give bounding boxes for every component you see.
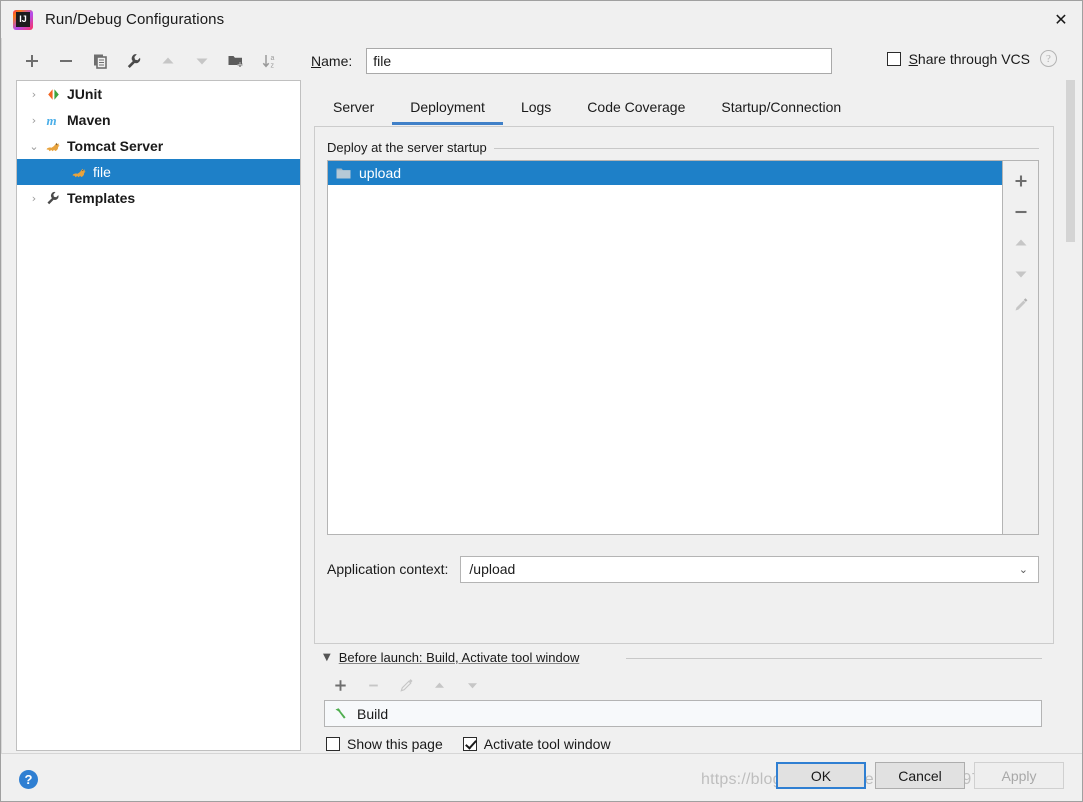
- share-through-vcs-label: Share through VCS: [909, 51, 1030, 67]
- name-label: Name:: [311, 53, 352, 69]
- application-context-label: Application context:: [327, 561, 449, 577]
- maven-icon: m: [43, 113, 63, 128]
- tree-item-label: Maven: [67, 112, 111, 128]
- chevron-down-icon[interactable]: ⌄: [1019, 557, 1028, 582]
- share-through-vcs-checkbox[interactable]: [886, 51, 901, 66]
- close-icon[interactable]: ✕: [1038, 1, 1082, 38]
- task-move-down-button[interactable]: [456, 672, 489, 698]
- task-label: Build: [357, 705, 389, 722]
- triangle-down-icon[interactable]: ▼: [323, 652, 331, 663]
- run-debug-configurations-dialog: Run/Debug Configurations ✕: [0, 0, 1083, 802]
- intellij-idea-icon: [13, 9, 33, 30]
- svg-text:z: z: [271, 63, 275, 70]
- editor-scrollbar[interactable]: [1063, 79, 1077, 751]
- task-move-up-button[interactable]: [423, 672, 456, 698]
- add-task-button[interactable]: [324, 672, 357, 698]
- configuration-tabs: Server Deployment Logs Code Coverage Sta…: [315, 89, 1059, 125]
- add-artifact-button[interactable]: [1006, 165, 1036, 196]
- application-context-combobox[interactable]: /upload ⌄: [460, 555, 1039, 583]
- tomcat-icon: [69, 165, 89, 180]
- artifact-label: upload: [359, 165, 402, 181]
- copy-configuration-button[interactable]: [83, 46, 117, 76]
- title-bar: Run/Debug Configurations ✕: [1, 1, 1082, 38]
- activate-tool-window-checkbox[interactable]: [462, 737, 477, 751]
- tab-startup-connection[interactable]: Startup/Connection: [703, 92, 859, 125]
- tab-server[interactable]: Server: [315, 92, 392, 125]
- tomcat-icon: [43, 139, 63, 154]
- before-launch-checkboxes: Show this page Activate tool window: [326, 735, 631, 753]
- move-artifact-up-button[interactable]: [1006, 227, 1036, 258]
- add-configuration-button[interactable]: [15, 46, 49, 76]
- tab-deployment[interactable]: Deployment: [392, 92, 503, 125]
- tab-logs[interactable]: Logs: [503, 92, 569, 125]
- show-this-page-label: Show this page: [347, 736, 443, 752]
- before-launch-task-row[interactable]: Build: [324, 700, 1042, 727]
- deployment-panel: Deploy at the server startup upload Appl…: [314, 126, 1054, 644]
- remove-task-button[interactable]: [357, 672, 390, 698]
- svg-text:a: a: [271, 55, 275, 62]
- tree-item-label: Templates: [67, 190, 136, 206]
- tree-item-templates[interactable]: › Templates: [17, 185, 300, 211]
- vcs-label-rest: hare through VCS: [917, 50, 1030, 67]
- junit-icon: [43, 87, 63, 102]
- tree-item-maven[interactable]: › m Maven: [17, 107, 300, 133]
- page-title: Run/Debug Configurations: [45, 11, 225, 28]
- wrench-icon: [43, 190, 63, 206]
- name-label-rest: ame:: [321, 53, 353, 69]
- edit-artifact-button[interactable]: [1006, 289, 1036, 320]
- configuration-editor-pane: Name: Share through VCS ? Server Deploym…: [311, 41, 1059, 753]
- new-folder-icon[interactable]: [219, 46, 253, 76]
- activate-tool-window-label: Activate tool window: [483, 736, 611, 752]
- tree-item-tomcat-server[interactable]: ⌄ Tomcat Server: [17, 133, 300, 159]
- chevron-down-icon[interactable]: ⌄: [25, 140, 43, 153]
- question-mark-icon[interactable]: ?: [1040, 50, 1057, 67]
- cancel-button[interactable]: Cancel: [875, 762, 965, 789]
- artifacts-list-wrap: upload: [327, 160, 1039, 535]
- wrench-icon[interactable]: [117, 46, 151, 76]
- application-context-value: /upload: [469, 561, 516, 577]
- apply-button[interactable]: Apply: [974, 762, 1064, 789]
- help-button[interactable]: ?: [19, 770, 38, 789]
- tree-item-label: file: [93, 164, 111, 180]
- sort-az-icon[interactable]: a z: [253, 46, 287, 76]
- tree-item-label: Tomcat Server: [67, 138, 164, 154]
- name-label-mnemonic: N: [311, 53, 322, 69]
- move-artifact-down-button[interactable]: [1006, 258, 1036, 289]
- move-down-button[interactable]: [185, 46, 219, 76]
- application-context-row: Application context: /upload ⌄: [327, 555, 1039, 583]
- edit-task-button[interactable]: [390, 672, 423, 698]
- footer-divider: [1, 753, 1082, 754]
- tree-item-file[interactable]: file: [17, 159, 300, 185]
- scrollbar-thumb[interactable]: [1066, 80, 1075, 242]
- build-hammer-icon: [333, 706, 348, 721]
- folder-icon: [336, 167, 351, 180]
- dialog-buttons: OK Cancel Apply: [767, 762, 1064, 789]
- chevron-right-icon[interactable]: ›: [25, 88, 43, 101]
- deploy-group-label: Deploy at the server startup: [327, 140, 494, 155]
- show-this-page-checkbox[interactable]: [326, 737, 340, 751]
- chevron-right-icon[interactable]: ›: [25, 114, 43, 127]
- ok-button[interactable]: OK: [776, 762, 866, 789]
- remove-configuration-button[interactable]: [49, 46, 83, 76]
- chevron-right-icon[interactable]: ›: [25, 192, 43, 205]
- before-launch-title: Before launch: Build, Activate tool wind…: [338, 650, 580, 665]
- svg-text:m: m: [46, 113, 56, 128]
- move-up-button[interactable]: [151, 46, 185, 76]
- configurations-tree[interactable]: › JUnit › m Maven ⌄ Tomcat Server file ›…: [16, 80, 301, 751]
- left-edge-divider: [1, 38, 2, 753]
- artifacts-list[interactable]: upload: [327, 160, 1003, 535]
- before-launch-divider: [626, 658, 1042, 659]
- before-launch-header[interactable]: ▼ Before launch: Build, Activate tool wi…: [323, 650, 579, 665]
- artifact-row-upload[interactable]: upload: [328, 161, 1002, 185]
- before-launch-toolbar: [324, 672, 489, 698]
- vcs-label-mnemonic: S: [908, 50, 918, 67]
- name-input[interactable]: [366, 48, 833, 74]
- share-through-vcs-group: Share through VCS ?: [886, 50, 1057, 67]
- tab-code-coverage[interactable]: Code Coverage: [569, 92, 703, 125]
- artifacts-side-toolbar: [1003, 160, 1039, 535]
- remove-artifact-button[interactable]: [1006, 196, 1036, 227]
- tree-item-junit[interactable]: › JUnit: [17, 81, 300, 107]
- tree-item-label: JUnit: [67, 86, 102, 102]
- configurations-toolbar: a z: [15, 45, 301, 77]
